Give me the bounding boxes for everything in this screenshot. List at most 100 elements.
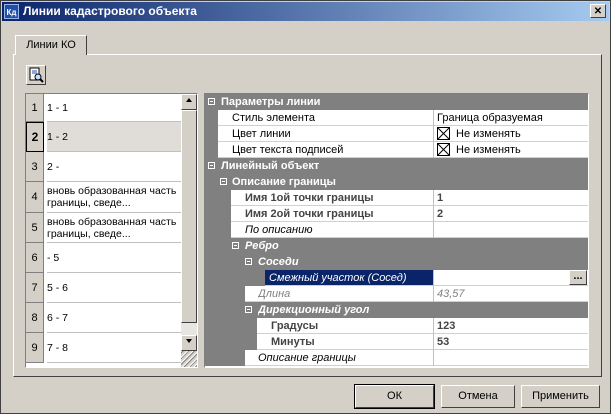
scroll-down-button[interactable] (181, 335, 197, 351)
ok-button[interactable]: ОК (354, 384, 435, 409)
tab-lines-ko[interactable]: Линии КО (15, 35, 87, 55)
scroll-thumb[interactable] (181, 110, 197, 323)
row-number: 6 (26, 243, 44, 273)
row-gutter (205, 206, 231, 222)
list-item[interactable]: 1 1 - 1 (26, 94, 181, 122)
prop-value[interactable]: Граница образуемая (433, 110, 588, 126)
row-gutter (205, 318, 257, 334)
row-number: 7 (26, 273, 44, 303)
row-text: 5 - 6 (47, 273, 181, 303)
collapse-icon[interactable] (245, 306, 252, 313)
row-gutter (205, 350, 245, 366)
prop-value[interactable]: 53 (433, 334, 588, 350)
collapse-icon[interactable] (220, 178, 227, 185)
arrow-down-icon (186, 339, 192, 343)
list-item[interactable]: 9 7 - 8 (26, 333, 181, 363)
row-number: 1 (26, 94, 44, 122)
prop-minutes[interactable]: Минуты 53 (205, 334, 588, 350)
prop-label: Имя 1ой точки границы (245, 190, 432, 206)
row-gutter (205, 142, 218, 158)
category-line-params[interactable]: Параметры линии (205, 94, 588, 110)
collapse-icon[interactable] (245, 258, 252, 265)
prop-value[interactable]: 123 (433, 318, 588, 334)
color-swatch-icon (437, 142, 450, 156)
row-number: 3 (26, 152, 44, 182)
row-gutter (205, 334, 257, 350)
list-scrollbar[interactable] (181, 94, 197, 367)
category-label: Соседи (258, 256, 299, 268)
prop-value-box[interactable]: Не изменять (433, 142, 588, 158)
property-grid[interactable]: Параметры линии Стиль элемента Граница о… (204, 93, 589, 368)
prop-adjacent-plot[interactable]: Смежный участок (Сосед) ... (205, 270, 588, 286)
row-text: вновь образованная часть границы, сведе.… (47, 182, 181, 213)
category-label: Параметры линии (221, 96, 321, 108)
prop-label: Описание границы (258, 350, 432, 366)
app-icon: Кд (4, 4, 19, 19)
category-label: Дирекционный угол (258, 304, 370, 316)
size-grip[interactable] (181, 351, 197, 367)
close-button[interactable]: ✕ (590, 4, 606, 18)
category-linear-object[interactable]: Линейный объект (205, 158, 588, 174)
prop-value[interactable]: 2 (433, 206, 588, 222)
list-item[interactable]: 8 6 - 7 (26, 303, 181, 333)
row-text: - 5 (47, 243, 181, 273)
prop-label: Смежный участок (Сосед) (265, 270, 433, 286)
prop-point2-name[interactable]: Имя 2ой точки границы 2 (205, 206, 588, 222)
prop-value-box[interactable]: Не изменять (433, 126, 588, 142)
prop-caption-color[interactable]: Цвет текста подписей Не изменять (205, 142, 588, 158)
row-text: вновь образованная часть границы, сведе.… (47, 213, 181, 243)
row-number: 8 (26, 303, 44, 333)
color-swatch-icon (437, 126, 450, 140)
prop-label: По описанию (245, 222, 432, 238)
prop-label: Цвет текста подписей (232, 142, 432, 158)
category-bearing[interactable]: Дирекционный угол (205, 302, 588, 318)
row-gutter (205, 222, 231, 238)
title-bar[interactable]: Кд Линии кадастрового объекта ✕ (2, 2, 609, 21)
prop-length[interactable]: Длина 43,57 (205, 286, 588, 302)
prop-value: Не изменять (456, 128, 521, 140)
prop-point1-name[interactable]: Имя 1ой точки границы 1 (205, 190, 588, 206)
collapse-icon[interactable] (208, 98, 215, 105)
prop-line-color[interactable]: Цвет линии Не изменять (205, 126, 588, 142)
prop-by-description[interactable]: По описанию (205, 222, 588, 238)
prop-degrees[interactable]: Градусы 123 (205, 318, 588, 334)
row-gutter (205, 126, 218, 142)
prop-label: Длина (258, 286, 432, 302)
prop-value[interactable]: 1 (433, 190, 588, 206)
cancel-button[interactable]: Отмена (441, 385, 515, 408)
category-neighbors[interactable]: Соседи (205, 254, 588, 270)
collapse-icon[interactable] (232, 242, 239, 249)
row-number: 5 (26, 213, 44, 243)
prop-value[interactable] (433, 222, 588, 238)
prop-boundary-description[interactable]: Описание границы (205, 350, 588, 366)
list-item[interactable]: 5 вновь образованная часть границы, свед… (26, 213, 181, 243)
page-search-icon (29, 67, 44, 83)
prop-value[interactable] (433, 350, 588, 366)
list-item[interactable]: 7 5 - 6 (26, 273, 181, 303)
category-boundary-desc[interactable]: Описание границы (205, 174, 588, 190)
row-gutter (205, 190, 231, 206)
list-item[interactable]: 4 вновь образованная часть границы, свед… (26, 182, 181, 213)
list-item[interactable]: 2 1 - 2 (26, 122, 181, 152)
prop-label: Цвет линии (232, 126, 432, 142)
row-gutter (205, 110, 218, 126)
prop-value[interactable]: ... (433, 270, 588, 286)
row-number: 2 (26, 122, 44, 152)
category-label: Описание границы (232, 176, 336, 188)
dialog-window: Кд Линии кадастрового объекта ✕ Линии КО… (0, 0, 611, 414)
window-title: Линии кадастрового объекта (23, 4, 197, 18)
row-number: 9 (26, 333, 44, 363)
prop-label: Имя 2ой точки границы (245, 206, 432, 222)
row-text: 7 - 8 (47, 333, 181, 363)
category-edge[interactable]: Ребро (205, 238, 588, 254)
prop-element-style[interactable]: Стиль элемента Граница образуемая (205, 110, 588, 126)
apply-button[interactable]: Применить (521, 385, 600, 408)
list-item[interactable]: 6 - 5 (26, 243, 181, 273)
list-item[interactable]: 3 2 - (26, 152, 181, 182)
browse-button[interactable]: ... (569, 270, 587, 285)
lines-list[interactable]: 1 1 - 1 2 1 - 2 3 2 - 4 вновь образованн… (25, 93, 198, 368)
prop-value: Не изменять (456, 144, 521, 156)
collapse-icon[interactable] (208, 162, 215, 169)
preview-button[interactable] (26, 65, 46, 85)
scroll-up-button[interactable] (181, 94, 197, 110)
